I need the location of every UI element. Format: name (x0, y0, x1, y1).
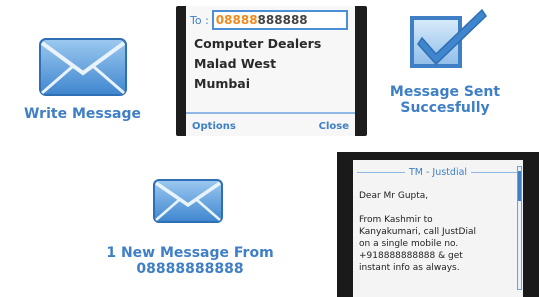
sender-title: TM - Justdial (408, 166, 468, 178)
softkey-bar: Options Close (186, 112, 355, 136)
message-body-line-2: Kanyakumari, call JustDial (359, 227, 476, 237)
message-body-line-3: on a single mobile no. (359, 239, 459, 249)
options-softkey[interactable]: Options (192, 121, 236, 132)
new-message-envelope-icon (152, 178, 224, 224)
message-sent-line2: Succesfully (400, 100, 490, 116)
checkbox-check-icon (408, 8, 488, 74)
message-title-bar: TM - Justdial (353, 164, 523, 180)
address-line-3: Mumbai (194, 76, 251, 91)
write-message-caption: Write Message (23, 106, 142, 122)
compose-screen: To : 08888888888 Computer Dealers Malad … (186, 6, 355, 136)
recipient-number-highlight: 08888 (215, 13, 258, 27)
close-softkey[interactable]: Close (319, 121, 349, 132)
new-message-caption: 1 New Message From 08888888888 (95, 245, 285, 277)
recipient-number-rest: 888888 (257, 13, 308, 27)
compose-phone-screen: To : 08888888888 Computer Dealers Malad … (176, 6, 367, 136)
inbox-screen: TM - Justdial Dear Mr Gupta, From Kashmi… (353, 160, 523, 297)
message-body-line-4: +918888888888 & get (359, 251, 463, 261)
message-greeting: Dear Mr Gupta, (359, 191, 429, 201)
write-message-envelope-icon (38, 37, 128, 97)
message-sent-caption: Message Sent Succesfully (375, 84, 515, 116)
message-body-line-1: From Kashmir to (359, 215, 433, 225)
scroll-thumb[interactable] (518, 171, 521, 201)
message-body-line-5: instant info as always. (359, 263, 460, 273)
to-label: To : (190, 13, 209, 27)
new-message-line1: 1 New Message From (106, 245, 274, 261)
to-row: To : 08888888888 (190, 10, 348, 30)
recipient-input[interactable]: 08888888888 (211, 10, 348, 30)
address-line-1: Computer Dealers (194, 36, 322, 51)
new-message-line2: 08888888888 (136, 261, 244, 277)
message-scrollbar[interactable] (517, 166, 522, 290)
address-line-2: Malad West (194, 56, 277, 71)
message-sent-line1: Message Sent (389, 84, 501, 100)
inbox-phone-screen: TM - Justdial Dear Mr Gupta, From Kashmi… (337, 152, 539, 297)
